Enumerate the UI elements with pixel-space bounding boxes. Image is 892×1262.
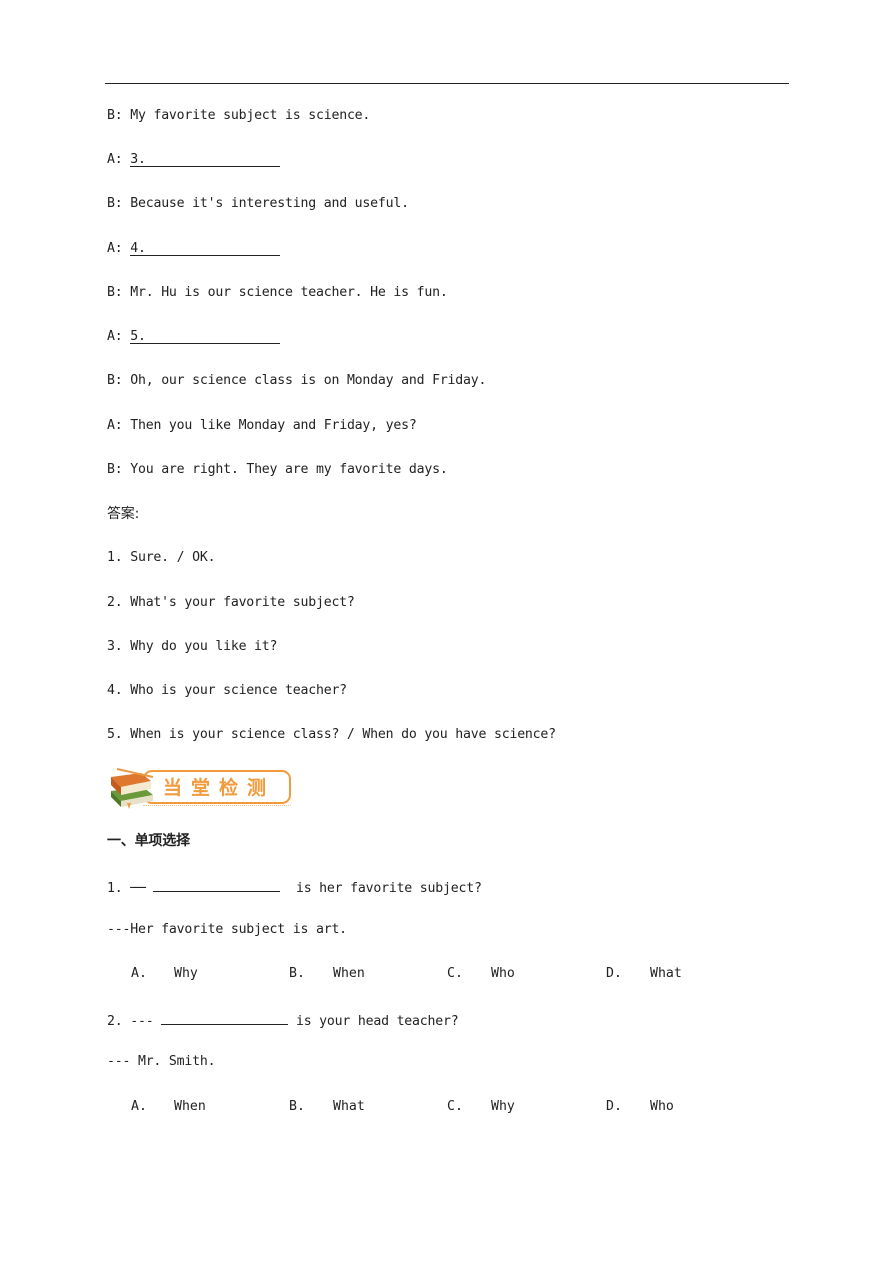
question-number: 1. — [107, 881, 123, 896]
speaker: B: — [107, 462, 123, 477]
speaker: B: — [107, 196, 123, 211]
dialogue-line: B: Because it's interesting and useful. — [107, 195, 409, 213]
speaker: A: — [107, 418, 123, 433]
speaker: A: — [107, 329, 123, 344]
speaker: B: — [107, 108, 123, 123]
dialogue-line-blank: A: 5. — [107, 328, 281, 346]
banner-dotted-line — [143, 805, 291, 806]
question-stem: 1. ── is her favorite subject? — [107, 876, 482, 898]
dialogue-line: B: You are right. They are my favorite d… — [107, 461, 448, 479]
books-icon — [111, 768, 154, 809]
section-banner: 当堂检测 — [107, 765, 291, 809]
blank-number: 3. — [130, 152, 146, 167]
answer-item: 3. Why do you like it? — [107, 639, 278, 654]
speaker: A: — [107, 152, 123, 167]
header-rule — [105, 83, 789, 84]
question-blank[interactable] — [161, 1009, 289, 1025]
option-text[interactable]: When — [174, 1098, 206, 1116]
question-text: is her favorite subject? — [295, 881, 482, 896]
answer-item: 1. Sure. / OK. — [107, 550, 216, 565]
speaker: B: — [107, 285, 123, 300]
blank-number: 4. — [130, 241, 146, 256]
option-letter[interactable]: A. — [131, 1098, 147, 1116]
option-text[interactable]: What — [333, 1098, 365, 1116]
section-title: 一、单项选择 — [107, 833, 190, 849]
dialogue-line: B: My favorite subject is science. — [107, 107, 370, 125]
option-text[interactable]: Who — [491, 965, 515, 983]
option-letter[interactable]: C. — [447, 965, 463, 983]
answer-item: 4. Who is your science teacher? — [107, 683, 347, 698]
answer-item: 2. What's your favorite subject? — [107, 595, 355, 610]
option-letter[interactable]: D. — [606, 1098, 622, 1116]
option-text[interactable]: Who — [650, 1098, 674, 1116]
answer-blank[interactable]: 4. — [130, 240, 281, 256]
question-reply: --- Mr. Smith. — [107, 1054, 216, 1069]
dialogue-text: Because it's interesting and useful. — [130, 196, 409, 211]
option-text[interactable]: Why — [491, 1098, 515, 1116]
option-text[interactable]: Why — [174, 965, 198, 983]
answer-blank[interactable]: 5. — [130, 328, 281, 344]
dialogue-line: B: Mr. Hu is our science teacher. He is … — [107, 284, 448, 302]
speaker: A: — [107, 241, 123, 256]
blank-number: 5. — [130, 329, 146, 344]
answers-label: 答案: — [107, 506, 140, 522]
dash-prefix: ── — [130, 881, 146, 896]
option-text[interactable]: What — [650, 965, 682, 983]
dash-prefix: --- — [130, 1014, 154, 1029]
option-letter[interactable]: B. — [289, 1098, 305, 1116]
question-reply: ---Her favorite subject is art. — [107, 922, 347, 937]
dialogue-text: My favorite subject is science. — [130, 108, 371, 123]
option-letter[interactable]: D. — [606, 965, 622, 983]
answer-item: 5. When is your science class? / When do… — [107, 727, 556, 742]
dialogue-text: Oh, our science class is on Monday and F… — [130, 373, 487, 388]
speaker: B: — [107, 373, 123, 388]
question-text: is your head teacher? — [295, 1014, 459, 1029]
dialogue-line: B: Oh, our science class is on Monday an… — [107, 372, 486, 390]
answer-blank[interactable]: 3. — [130, 151, 281, 167]
dialogue-line-blank: A: 3. — [107, 151, 281, 169]
dialogue-line: A: Then you like Monday and Friday, yes? — [107, 417, 417, 435]
question-blank[interactable] — [153, 876, 281, 892]
question-stem: 2. --- is your head teacher? — [107, 1009, 459, 1031]
banner-title: 当堂检测 — [163, 777, 276, 799]
option-letter[interactable]: A. — [131, 965, 147, 983]
dialogue-line-blank: A: 4. — [107, 240, 281, 258]
option-letter[interactable]: C. — [447, 1098, 463, 1116]
dialogue-text: You are right. They are my favorite days… — [130, 462, 448, 477]
option-letter[interactable]: B. — [289, 965, 305, 983]
dialogue-text: Mr. Hu is our science teacher. He is fun… — [130, 285, 448, 300]
option-text[interactable]: When — [333, 965, 365, 983]
dialogue-text: Then you like Monday and Friday, yes? — [130, 418, 417, 433]
question-number: 2. — [107, 1014, 123, 1029]
